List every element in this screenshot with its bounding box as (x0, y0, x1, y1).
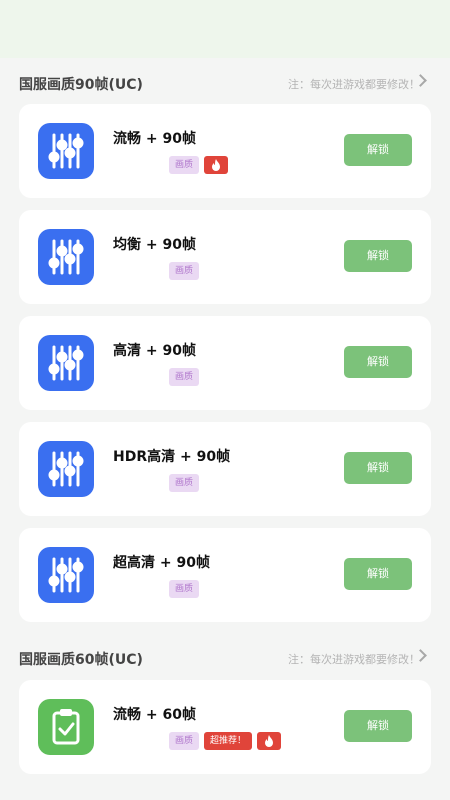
top-bar (0, 0, 450, 58)
tag-row: 画质 (169, 262, 200, 282)
section-note: 注：每次进游戏都要修改！ (288, 78, 420, 91)
quality-tag: 画质 (169, 368, 200, 386)
preset-card: 流畅 + 60帧 画质 超推荐！ 解锁 (19, 680, 431, 774)
card-title: 流畅 + 60帧 (113, 707, 196, 723)
card-title: 高清 + 90帧 (113, 343, 196, 359)
card-title: HDR高清 + 90帧 (113, 449, 231, 465)
tag-row: 画质 超推荐！ (169, 732, 282, 752)
quality-tag: 画质 (169, 580, 200, 598)
unlock-button[interactable]: 解锁 (344, 240, 412, 272)
tag-row: 画质 (169, 156, 229, 176)
sliders-icon (38, 547, 94, 603)
preset-card: 均衡 + 90帧 画质 解锁 (19, 210, 431, 304)
tag-row: 画质 (169, 474, 200, 494)
sliders-icon (38, 229, 94, 285)
recommend-tag: 超推荐！ (204, 732, 253, 750)
quality-tag: 画质 (169, 156, 200, 174)
section-title: 国服画质90帧(UC) (19, 77, 143, 93)
fire-icon (257, 732, 282, 750)
fire-icon (204, 156, 229, 174)
unlock-button[interactable]: 解锁 (344, 134, 412, 166)
preset-card: HDR高清 + 90帧 画质 解锁 (19, 422, 431, 516)
quality-tag: 画质 (169, 732, 200, 750)
unlock-button[interactable]: 解锁 (344, 452, 412, 484)
clipboard-check-icon (38, 699, 94, 755)
quality-tag: 画质 (169, 474, 200, 492)
unlock-button[interactable]: 解锁 (344, 710, 412, 742)
preset-card: 超高清 + 90帧 画质 解锁 (19, 528, 431, 622)
preset-card: 流畅 + 90帧 画质 解锁 (19, 104, 431, 198)
section-title: 国服画质60帧(UC) (19, 652, 143, 668)
tag-row: 画质 (169, 580, 200, 600)
sliders-icon (38, 335, 94, 391)
section-header-90fps: 国服画质90帧(UC) 注：每次进游戏都要修改！ (0, 70, 450, 100)
card-title: 流畅 + 90帧 (113, 131, 196, 147)
preset-card: 高清 + 90帧 画质 解锁 (19, 316, 431, 410)
card-title: 均衡 + 90帧 (113, 237, 196, 253)
section-header-60fps: 国服画质60帧(UC) 注：每次进游戏都要修改！ (0, 645, 450, 675)
card-title: 超高清 + 90帧 (113, 555, 210, 571)
sliders-icon (38, 123, 94, 179)
section-note: 注：每次进游戏都要修改！ (288, 653, 420, 666)
unlock-button[interactable]: 解锁 (344, 558, 412, 590)
tag-row: 画质 (169, 368, 200, 388)
quality-tag: 画质 (169, 262, 200, 280)
sliders-icon (38, 441, 94, 497)
unlock-button[interactable]: 解锁 (344, 346, 412, 378)
